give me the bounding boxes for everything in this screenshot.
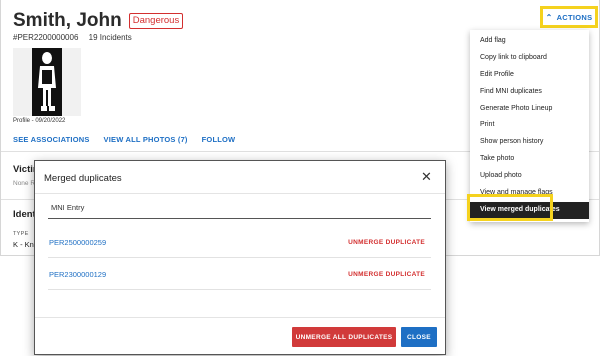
record-subline: #PER2200000006 19 Incidents <box>13 33 132 42</box>
merged-duplicates-dialog: Merged duplicates ✕ MNI Entry PER2500000… <box>34 160 446 355</box>
menu-item-take-photo[interactable]: Take photo <box>470 151 589 168</box>
close-button[interactable]: CLOSE <box>401 327 437 347</box>
duplicate-record-link[interactable]: PER2300000129 <box>49 270 106 279</box>
menu-item-show-person-history[interactable]: Show person history <box>470 134 589 151</box>
menu-item-upload-photo[interactable]: Upload photo <box>470 168 589 185</box>
dangerous-badge: Dangerous <box>128 13 184 29</box>
dialog-footer-divider <box>35 317 445 318</box>
menu-item-generate-photo-lineup[interactable]: Generate Photo Lineup <box>470 101 589 118</box>
mni-entry-column-header: MNI Entry <box>51 203 85 212</box>
actions-label: ACTIONS <box>556 12 593 22</box>
highlight-box <box>467 194 553 221</box>
duplicate-record-link[interactable]: PER2500000259 <box>49 238 106 247</box>
title-row: Smith, John Dangerous <box>13 10 184 32</box>
unmerge-all-duplicates-button[interactable]: UNMERGE ALL DUPLICATES <box>292 327 396 347</box>
person-name: Smith, John <box>13 10 122 31</box>
column-header-underline <box>48 218 431 219</box>
dialog-title: Merged duplicates <box>44 173 122 184</box>
incident-count: 19 Incidents <box>88 33 132 42</box>
table-row: PER2300000129 UNMERGE DUPLICATE <box>48 257 431 290</box>
profile-links: SEE ASSOCIATIONS VIEW ALL PHOTOS (7) FOL… <box>13 135 235 144</box>
see-associations-link[interactable]: SEE ASSOCIATIONS <box>13 135 90 144</box>
chevron-up-icon: ⌃ <box>545 12 553 22</box>
dialog-header-divider <box>35 193 445 194</box>
unmerge-duplicate-button[interactable]: UNMERGE DUPLICATE <box>348 271 425 278</box>
unmerge-duplicate-button[interactable]: UNMERGE DUPLICATE <box>348 239 425 246</box>
follow-link[interactable]: FOLLOW <box>202 135 236 144</box>
menu-item-add-flag[interactable]: Add flag <box>470 33 589 50</box>
view-all-photos-link[interactable]: VIEW ALL PHOTOS (7) <box>104 135 188 144</box>
record-id: #PER2200000006 <box>13 33 79 42</box>
actions-button[interactable]: ⌃ ACTIONS <box>540 6 598 28</box>
menu-item-copy-link[interactable]: Copy link to clipboard <box>470 50 589 67</box>
menu-item-find-mni-duplicates[interactable]: Find MNI duplicates <box>470 84 589 101</box>
menu-item-edit-profile[interactable]: Edit Profile <box>470 67 589 84</box>
profile-photo[interactable] <box>13 48 81 116</box>
type-label: TYPE <box>13 231 29 237</box>
menu-item-print[interactable]: Print <box>470 117 589 134</box>
table-row: PER2500000259 UNMERGE DUPLICATE <box>48 225 431 258</box>
close-icon[interactable]: ✕ <box>421 170 432 183</box>
person-photo-image <box>13 48 81 116</box>
photo-caption: Profile - 09/20/2022 <box>13 118 66 124</box>
